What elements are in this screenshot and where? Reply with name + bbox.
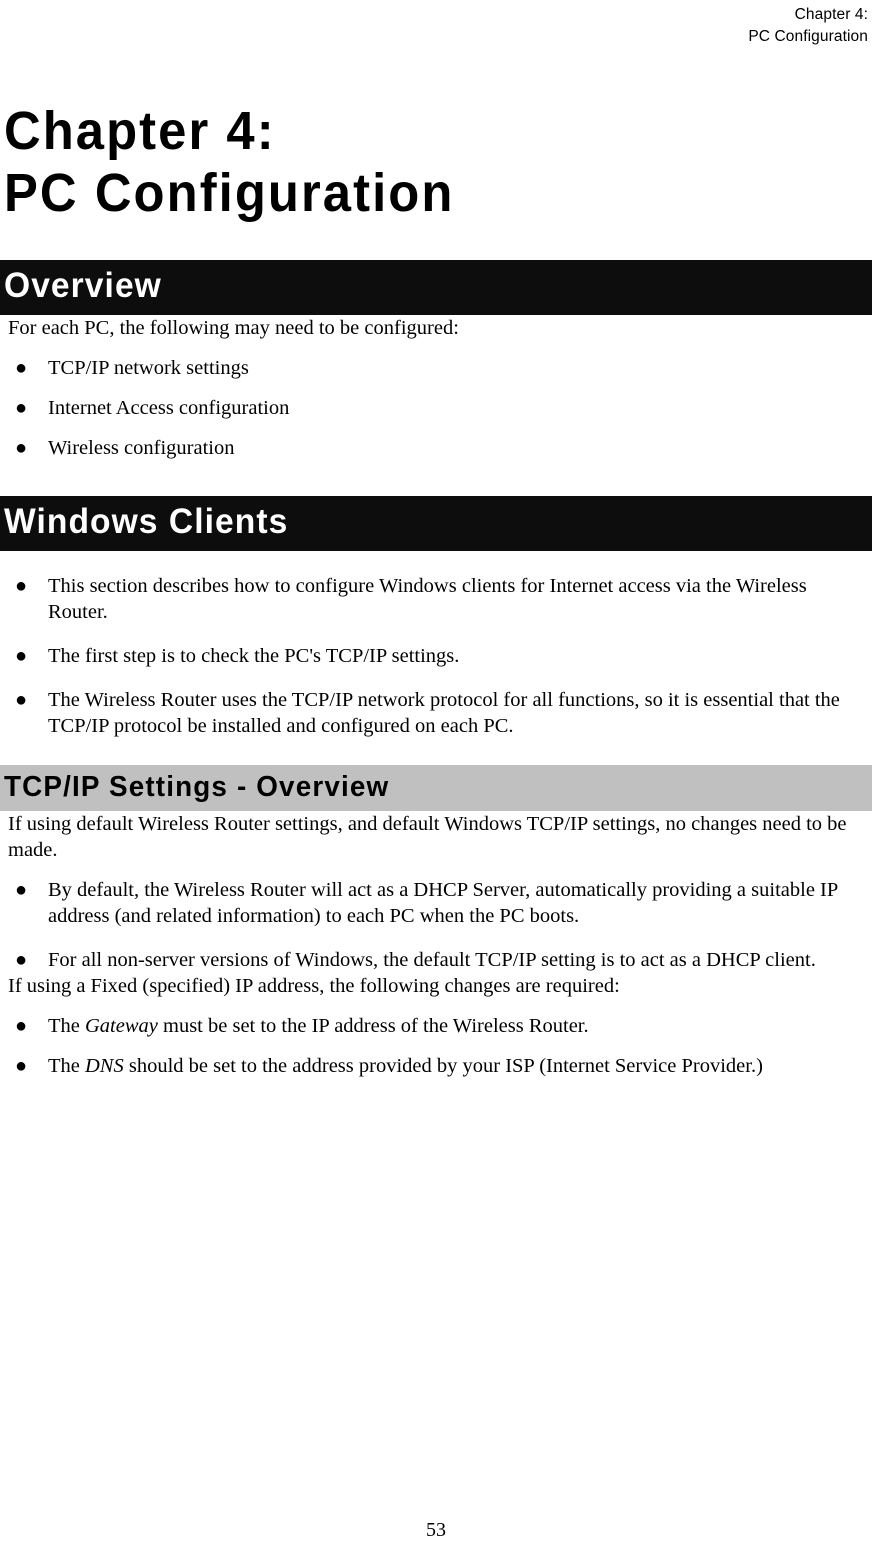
running-header: Chapter 4: PC Configuration <box>4 0 868 48</box>
list-item-emphasis: Gateway <box>85 1015 158 1037</box>
tcpip-intro: If using default Wireless Router setting… <box>8 813 847 861</box>
list-item: ● For all non-server versions of Windows… <box>4 947 868 973</box>
running-header-line1: Chapter 4: <box>794 6 868 23</box>
list-item: ● The first step is to check the PC's TC… <box>4 643 868 669</box>
list-item-text: Wireless configuration <box>48 437 235 459</box>
bullet-icon: ● <box>15 575 28 597</box>
chapter-title-line1: Chapter 4: <box>4 101 276 161</box>
list-item: ● Internet Access configuration <box>4 395 868 421</box>
bullet-icon: ● <box>15 949 28 971</box>
windows-clients-bullet-list: ● This section describes how to configur… <box>4 551 868 739</box>
list-item-text: For all non-server versions of Windows, … <box>48 949 816 971</box>
bullet-icon: ● <box>15 689 28 711</box>
bullet-icon: ● <box>15 1055 28 1077</box>
list-item: ● The Wireless Router uses the TCP/IP ne… <box>4 687 868 739</box>
list-item-text: By default, the Wireless Router will act… <box>48 879 838 927</box>
list-item-text: TCP/IP network settings <box>48 357 249 379</box>
list-item-text: The first step is to check the PC's TCP/… <box>48 645 460 667</box>
list-item: ● TCP/IP network settings <box>4 355 868 381</box>
section-heading-windows-clients-label: Windows Clients <box>4 502 289 541</box>
list-item-text-suffix: must be set to the IP address of the Wir… <box>157 1015 589 1037</box>
list-item-text: Internet Access configuration <box>48 397 290 419</box>
fixed-ip-bullet-list: ● The Gateway must be set to the IP addr… <box>4 999 868 1079</box>
spacer-before-windows-clients <box>4 461 868 496</box>
list-item-text: This section describes how to configure … <box>48 575 807 623</box>
bullet-icon: ● <box>15 879 28 901</box>
section-heading-tcpip-settings-label: TCP/IP Settings - Overview <box>4 771 390 803</box>
chapter-title: Chapter 4: PC Configuration <box>4 48 816 224</box>
bullet-icon: ● <box>15 357 28 379</box>
section-heading-overview-label: Overview <box>4 266 162 305</box>
list-item: ● The DNS should be set to the address p… <box>4 1053 868 1079</box>
overview-intro: For each PC, the following may need to b… <box>8 317 459 339</box>
spacer-before-tcpip <box>4 739 868 765</box>
bullet-icon: ● <box>15 645 28 667</box>
overview-bullet-list: ● TCP/IP network settings ● Internet Acc… <box>4 341 868 461</box>
list-item: ● By default, the Wireless Router will a… <box>4 877 868 929</box>
fixed-ip-intro: If using a Fixed (specified) IP address,… <box>8 975 620 997</box>
list-item: ● The Gateway must be set to the IP addr… <box>4 1013 868 1039</box>
spacer-before-overview <box>4 224 868 260</box>
list-item: ● This section describes how to configur… <box>4 573 868 625</box>
page-number: 53 <box>426 1519 446 1541</box>
list-item-text: The Wireless Router uses the TCP/IP netw… <box>48 689 840 737</box>
section-heading-tcpip-settings: TCP/IP Settings - Overview <box>0 765 872 811</box>
list-item: ● Wireless configuration <box>4 435 868 461</box>
list-item-text-suffix: should be set to the address provided by… <box>123 1055 763 1077</box>
document-page: Chapter 4: PC Configuration Chapter 4: P… <box>0 0 872 1556</box>
tcpip-bullet-list: ● By default, the Wireless Router will a… <box>4 863 868 973</box>
bullet-icon: ● <box>15 397 28 419</box>
list-item-text-prefix: The <box>48 1015 85 1037</box>
chapter-title-line2: PC Configuration <box>4 163 455 223</box>
bullet-icon: ● <box>15 437 28 459</box>
list-item-text-prefix: The <box>48 1055 85 1077</box>
section-heading-windows-clients: Windows Clients <box>0 496 872 551</box>
list-item-emphasis: DNS <box>85 1055 124 1077</box>
bullet-icon: ● <box>15 1015 28 1037</box>
page-footer: 53 <box>0 1518 872 1542</box>
running-header-line2: PC Configuration <box>748 28 868 45</box>
section-heading-overview: Overview <box>0 260 872 315</box>
